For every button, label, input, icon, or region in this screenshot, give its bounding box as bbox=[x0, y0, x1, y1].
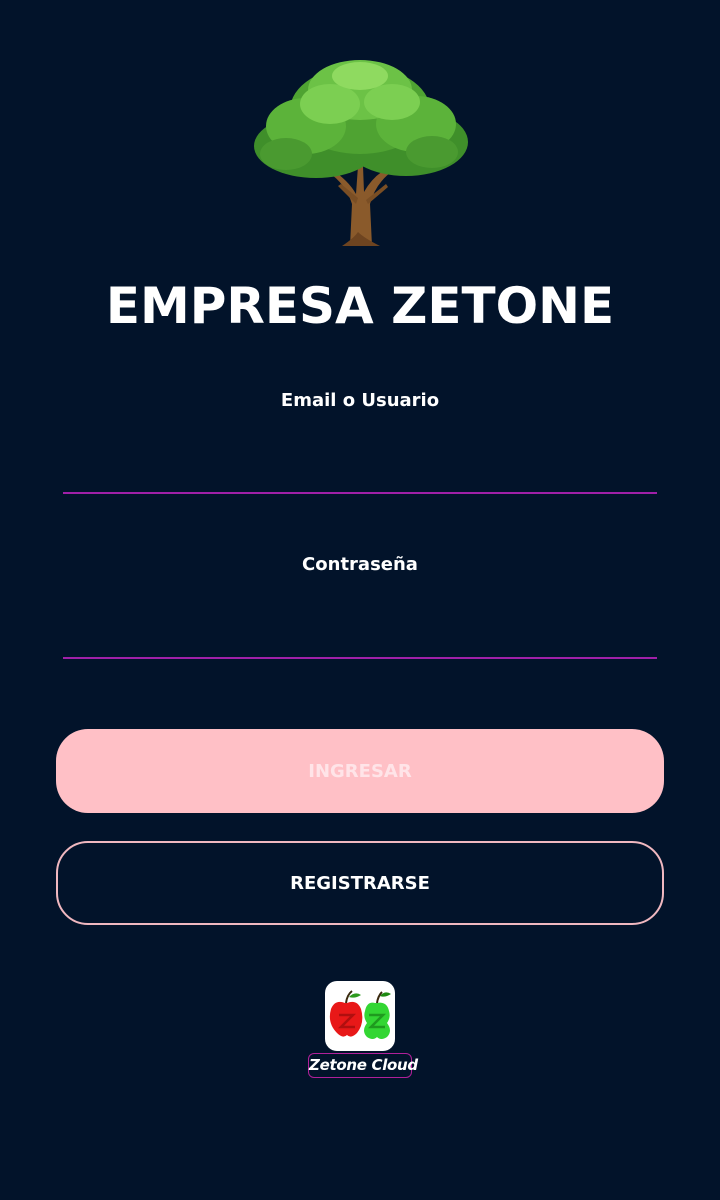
apples-icon bbox=[329, 990, 391, 1039]
email-field[interactable] bbox=[63, 454, 657, 494]
zetone-cloud-logo-icon[interactable] bbox=[325, 981, 395, 1051]
email-label: Email o Usuario bbox=[280, 390, 440, 411]
login-button-label: INGRESAR bbox=[308, 760, 412, 782]
password-field[interactable] bbox=[63, 619, 657, 659]
login-button[interactable]: INGRESAR bbox=[56, 729, 664, 813]
register-button[interactable]: REGISTRARSE bbox=[56, 841, 664, 925]
app-name-label[interactable]: Zetone Cloud bbox=[308, 1053, 418, 1078]
register-button-label: REGISTRARSE bbox=[290, 872, 430, 894]
password-label: Contraseña bbox=[302, 554, 418, 575]
tree-icon bbox=[254, 60, 468, 246]
page-title: EMPRESA ZETONE bbox=[105, 277, 615, 335]
